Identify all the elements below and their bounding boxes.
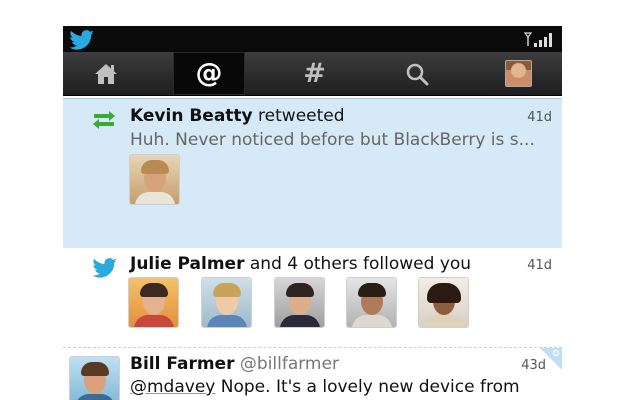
timestamp: 41d	[527, 258, 552, 273]
profile-avatar	[505, 60, 532, 87]
mention-link[interactable]: @mdavey	[130, 377, 215, 397]
app-screen: @ # Kevin Beatty retweeted 41d Huh. Neve…	[63, 26, 562, 400]
retweet-action: retweeted	[258, 106, 345, 126]
follow-action: and 4 others followed you	[249, 254, 472, 274]
status-bar	[63, 26, 562, 52]
follower-avatar[interactable]	[129, 278, 178, 327]
follower-avatar[interactable]	[419, 278, 468, 327]
corner-fold-icon	[540, 348, 562, 370]
tweet-title: Bill Farmer @billfarmer	[130, 354, 339, 374]
avatar[interactable]	[70, 357, 119, 400]
follower-avatar[interactable]	[275, 278, 324, 327]
search-icon	[406, 63, 428, 85]
tab-discover[interactable]: #	[279, 52, 350, 95]
retweeter-name: Kevin Beatty	[130, 106, 253, 126]
feed-item-follow[interactable]: Julie Palmer and 4 others followed you 4…	[63, 248, 562, 345]
signal-strength-icon	[523, 32, 552, 47]
author-name: Bill Farmer	[130, 354, 235, 374]
follower-name: Julie Palmer	[130, 254, 245, 274]
hashtag-icon: #	[303, 58, 326, 89]
follower-avatar[interactable]	[202, 278, 251, 327]
twitter-bird-icon	[92, 258, 117, 278]
tab-home[interactable]	[70, 52, 141, 95]
retweet-icon	[93, 111, 115, 129]
at-icon: @	[195, 58, 223, 89]
tab-search[interactable]	[381, 52, 452, 95]
twitter-bird-icon	[69, 30, 94, 50]
tab-mentions[interactable]: @	[173, 52, 245, 95]
follow-title: Julie Palmer and 4 others followed you	[130, 254, 471, 274]
tab-bar: @ #	[63, 52, 562, 96]
tab-profile[interactable]	[483, 52, 554, 95]
timestamp: 41d	[527, 110, 552, 125]
follower-avatar[interactable]	[347, 278, 396, 327]
avatar[interactable]	[130, 155, 179, 204]
feed-item-tweet[interactable]: Bill Farmer @billfarmer 43d @mdavey Nope…	[63, 347, 562, 400]
home-icon	[94, 63, 117, 84]
author-handle[interactable]: @billfarmer	[240, 354, 339, 374]
feed-item-retweet[interactable]: Kevin Beatty retweeted 41d Huh. Never no…	[63, 98, 562, 249]
retweet-title: Kevin Beatty retweeted	[130, 106, 345, 126]
tweet-preview-text: Huh. Never noticed before but BlackBerry…	[130, 130, 535, 150]
tweet-text: @mdavey Nope. It's a lovely new device f…	[130, 377, 550, 400]
